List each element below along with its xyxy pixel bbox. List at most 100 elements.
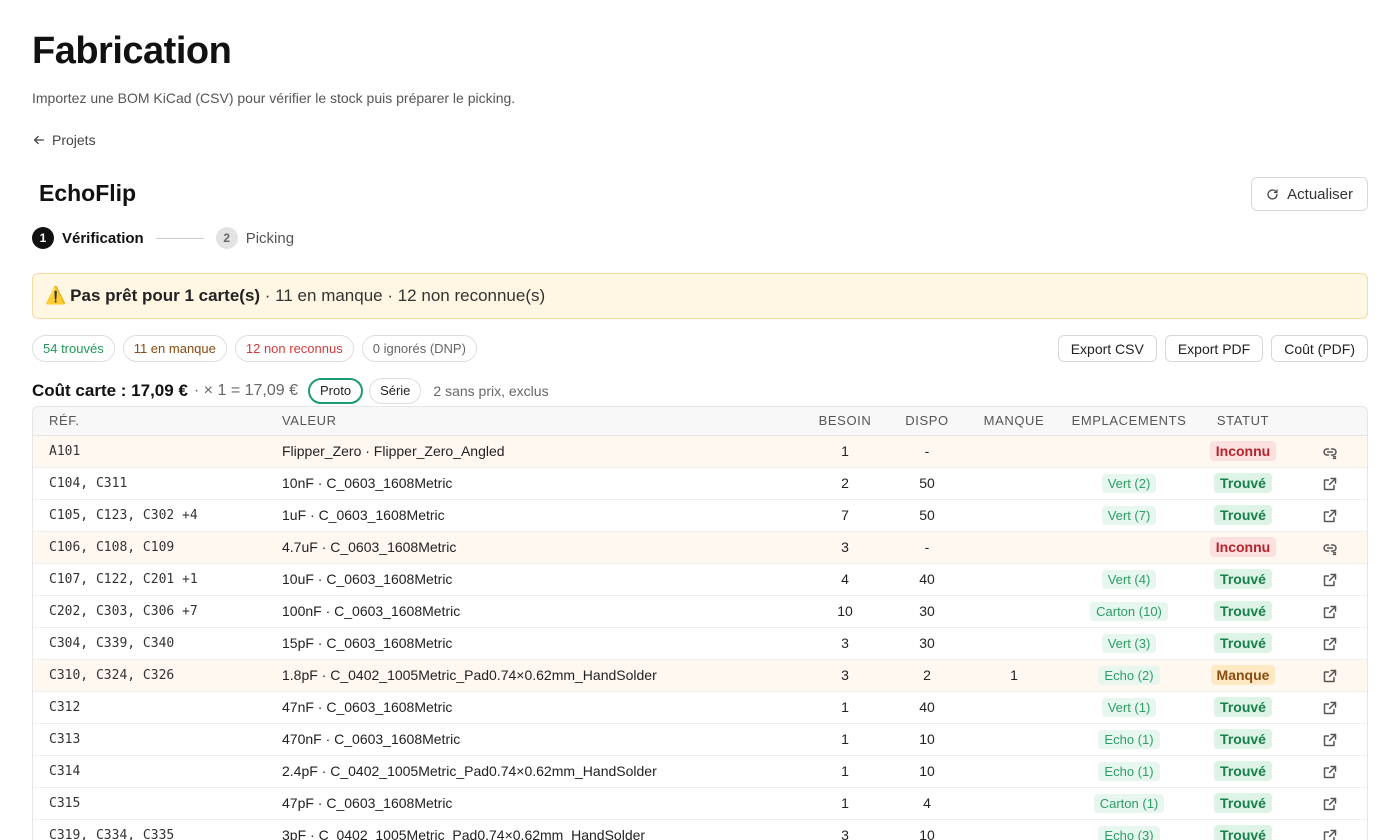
table-row[interactable]: C304, C339, C340 15pF · C_0603_1608Metric… [33, 627, 1367, 659]
cell-action [1291, 595, 1367, 627]
mode-serie-toggle[interactable]: Série [369, 377, 422, 404]
cell-action [1291, 531, 1367, 563]
location-badge[interactable]: Vert (4) [1101, 569, 1157, 589]
filter-missing[interactable]: 11 en manque [122, 335, 227, 362]
table-row[interactable]: C314 2.4pF · C_0402_1005Metric_Pad0.74×0.… [33, 755, 1367, 787]
location-badge[interactable]: Carton (10) [1090, 601, 1168, 621]
cost-pdf-button[interactable]: Coût (PDF) [1271, 335, 1368, 362]
cost-multiplier: · × 1 = 17,09 € [193, 381, 298, 399]
cell-action [1291, 499, 1367, 531]
cell-location: Vert (3) [1063, 627, 1195, 659]
cell-ref: C107, C122, C201 +1 [49, 571, 198, 587]
bom-table: RÉF. VALEUR BESOIN DISPO MANQUE EMPLACEM… [32, 406, 1368, 840]
cell-avail: 10 [919, 827, 935, 840]
export-pdf-button[interactable]: Export PDF [1164, 335, 1264, 362]
step-verification[interactable]: 1 Vérification [32, 227, 144, 249]
column-avail[interactable]: DISPO [889, 407, 965, 436]
column-value[interactable]: VALEUR [282, 407, 801, 436]
cell-ref: C313 [49, 731, 81, 747]
filter-found[interactable]: 54 trouvés [32, 335, 115, 362]
location-badge[interactable]: Carton (1) [1093, 793, 1165, 813]
table-row[interactable]: C202, C303, C306 +7 100nF · C_0603_1608Me… [33, 595, 1367, 627]
location-badge[interactable]: Echo (1) [1098, 729, 1160, 749]
cell-value: 15pF · C_0603_1608Metric [282, 635, 453, 651]
table-row[interactable]: C310, C324, C326 1.8pF · C_0402_1005Metri… [33, 659, 1367, 691]
cell-action [1291, 819, 1367, 840]
table-row[interactable]: C107, C122, C201 +1 10uF · C_0603_1608Met… [33, 563, 1367, 595]
mode-proto-toggle[interactable]: Proto [307, 377, 364, 404]
table-row[interactable]: C106, C108, C109 4.7uF · C_0603_1608Metri… [33, 531, 1367, 563]
location-badge[interactable]: Vert (7) [1101, 505, 1157, 525]
cell-location: Echo (1) [1063, 755, 1195, 787]
status-badge: Trouvé [1214, 473, 1272, 493]
cell-need: 1 [841, 731, 849, 747]
refresh-button[interactable]: Actualiser [1251, 177, 1368, 211]
cell-ref: C105, C123, C302 +4 [49, 507, 198, 523]
export-csv-button[interactable]: Export CSV [1057, 335, 1157, 362]
cell-missing [965, 563, 1063, 595]
step-number: 1 [32, 227, 54, 249]
table-row[interactable]: C312 47nF · C_0603_1608Metric 1 40 Vert (1) T… [33, 691, 1367, 723]
table-row[interactable]: C313 470nF · C_0603_1608Metric 1 10 Echo (1)… [33, 723, 1367, 755]
external-link-icon[interactable] [1322, 764, 1338, 780]
table-row[interactable]: C104, C311 10nF · C_0603_1608Metric 2 50 Ver… [33, 467, 1367, 499]
location-badge[interactable]: Echo (1) [1098, 761, 1160, 781]
cell-location: Carton (1) [1063, 787, 1195, 819]
external-link-icon[interactable] [1322, 476, 1338, 492]
location-badge[interactable]: Vert (1) [1101, 697, 1157, 717]
cell-status: Trouvé [1195, 499, 1291, 531]
location-badge[interactable]: Echo (3) [1098, 825, 1160, 840]
external-link-icon[interactable] [1322, 828, 1338, 840]
status-badge: Trouvé [1214, 761, 1272, 781]
location-badge[interactable]: Vert (2) [1101, 473, 1157, 493]
link-icon[interactable] [1322, 444, 1338, 460]
cell-avail: 50 [919, 507, 935, 523]
link-icon[interactable] [1322, 540, 1338, 556]
filter-ignored[interactable]: 0 ignorés (DNP) [361, 335, 477, 362]
table-row[interactable]: C315 47pF · C_0603_1608Metric 1 4 Carton (1)… [33, 787, 1367, 819]
step-number: 2 [215, 227, 238, 249]
cell-action [1291, 435, 1367, 467]
status-badge: Trouvé [1214, 697, 1272, 717]
location-badge[interactable]: Echo (2) [1098, 665, 1160, 685]
page-title: Fabrication [32, 30, 232, 72]
external-link-icon[interactable] [1322, 668, 1338, 684]
table-row[interactable]: C105, C123, C302 +4 1uF · C_0603_1608Metr… [33, 499, 1367, 531]
step-connector [155, 237, 204, 239]
cell-avail: 30 [919, 603, 935, 619]
cell-ref: C315 [49, 795, 81, 811]
location-badge[interactable]: Vert (3) [1101, 633, 1157, 653]
cell-status: Trouvé [1195, 755, 1291, 787]
cell-location: Echo (1) [1063, 723, 1195, 755]
status-badge: Manque [1210, 665, 1276, 685]
column-status[interactable]: STATUT [1195, 407, 1291, 436]
external-link-icon[interactable] [1322, 732, 1338, 748]
cell-ref: C106, C108, C109 [49, 539, 175, 555]
column-locations[interactable]: EMPLACEMENTS [1063, 407, 1195, 436]
cell-action [1291, 627, 1367, 659]
cell-status: Inconnu [1195, 435, 1291, 467]
external-link-icon[interactable] [1322, 572, 1338, 588]
cell-avail: 10 [919, 763, 935, 779]
filter-unknown[interactable]: 12 non reconnus [234, 335, 354, 362]
back-to-projects-link[interactable]: Projets [32, 132, 96, 148]
step-picking[interactable]: 2 Picking [215, 227, 294, 249]
cell-action [1291, 755, 1367, 787]
table-row[interactable]: A101 Flipper_Zero · Flipper_Zero_Angled 1 -… [33, 435, 1367, 467]
cell-need: 1 [841, 763, 849, 779]
cell-value: 47nF · C_0603_1608Metric [282, 699, 453, 715]
cell-need: 3 [841, 635, 849, 651]
cell-avail: 50 [919, 475, 935, 491]
cell-need: 1 [841, 795, 849, 811]
external-link-icon[interactable] [1322, 796, 1338, 812]
external-link-icon[interactable] [1322, 508, 1338, 524]
column-need[interactable]: BESOIN [801, 407, 889, 436]
cell-value: 10uF · C_0603_1608Metric [282, 571, 453, 587]
external-link-icon[interactable] [1322, 604, 1338, 620]
cell-location: Vert (2) [1063, 467, 1195, 499]
column-ref[interactable]: RÉF. [33, 407, 282, 436]
external-link-icon[interactable] [1322, 636, 1338, 652]
column-missing[interactable]: MANQUE [965, 407, 1063, 436]
external-link-icon[interactable] [1322, 700, 1338, 716]
table-row[interactable]: C319, C334, C335 3pF · C_0402_1005Metric_… [33, 819, 1367, 840]
